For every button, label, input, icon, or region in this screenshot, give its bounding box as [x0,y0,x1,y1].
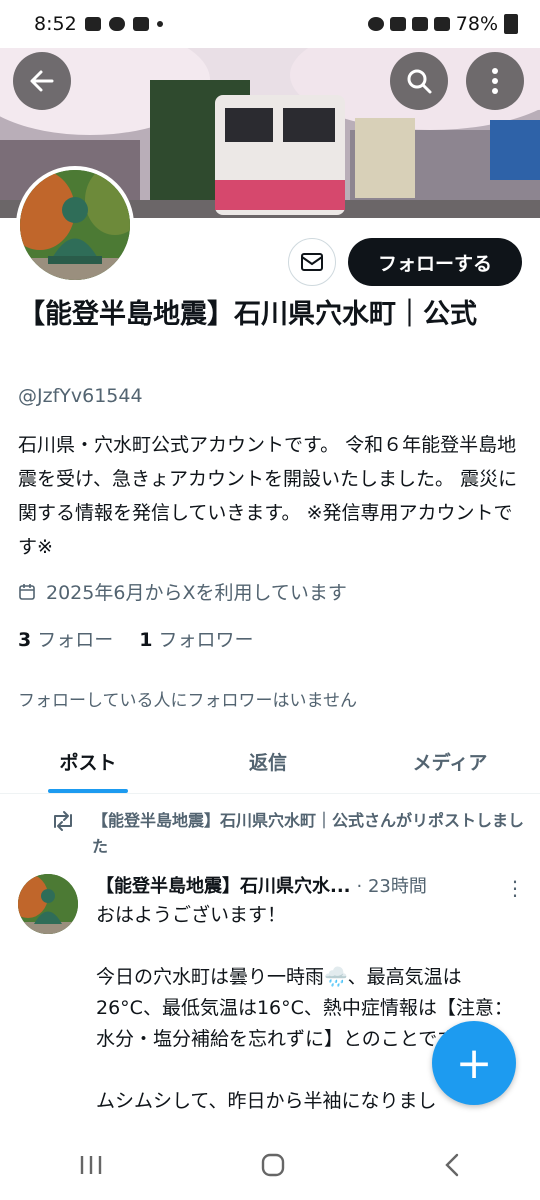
search-button[interactable] [390,52,448,110]
home-icon [84,17,101,31]
profile-handle: @JzfYv61544 [18,385,143,407]
notification-dot-icon [156,21,163,27]
joined-date: 2025年6月からXを利用しています [18,578,347,605]
post-more-icon[interactable]: ⋮ [505,876,525,900]
repost-indicator: 【能登半島地震】石川県穴水町｜公式さんがリポストしました [50,808,530,860]
profile-name: 【能登半島地震】石川県穴水町｜公式 [18,299,477,330]
system-nav-bar [0,1130,540,1200]
back-nav-icon[interactable] [442,1152,462,1178]
tab-posts[interactable]: ポスト [0,730,176,793]
wifi-icon [411,17,428,31]
mute-icon [389,17,406,31]
status-bar: 8:52 78% [0,0,540,48]
search-icon [407,69,432,94]
cloud-icon [108,17,125,31]
post-time[interactable]: · 23時間 [357,872,427,898]
active-tab-indicator [48,789,128,793]
repost-text: 【能登半島地震】石川県穴水町｜公式さんがリポストしました [92,811,525,856]
more-vertical-icon [492,68,498,94]
repost-icon [54,811,72,831]
more-options-button[interactable] [466,52,524,110]
signal-icon [433,17,450,31]
calendar-icon [19,583,35,600]
profile-bio: 石川県・穴水町公式アカウントです。 令和６年能登半島地震を受け、急きょアカウント… [18,434,518,558]
back-button[interactable] [13,52,71,110]
followers-link[interactable]: 1 フォロワー [139,625,253,652]
profile-avatar[interactable] [16,166,134,284]
status-time: 8:52 [34,13,77,35]
alarm-icon [367,17,384,31]
battery-percent: 78% [455,13,498,35]
followers-label: フォロワー [158,629,254,651]
plus-icon: + [455,1037,493,1089]
post-header: 【能登半島地震】石川県穴水... · 23時間 [96,872,526,898]
following-label: フォロー [37,629,114,651]
post-avatar[interactable] [18,874,78,934]
mail-icon [301,253,323,271]
message-button[interactable] [288,238,336,286]
post-author[interactable]: 【能登半島地震】石川県穴水... [96,872,351,898]
recent-apps-icon[interactable] [78,1154,104,1176]
tab-media[interactable]: メディア [360,730,540,793]
home-button-icon[interactable] [260,1152,286,1178]
follow-button[interactable]: フォローする [348,238,522,286]
arrow-left-icon [30,70,54,92]
tab-replies[interactable]: 返信 [176,730,360,793]
battery-icon [504,14,518,34]
no-followers-note: フォローしている人にフォロワーはいません [18,691,357,711]
joined-text: 2025年6月からXを利用しています [46,582,347,604]
following-link[interactable]: 3 フォロー [18,625,113,652]
profile-tabs: ポスト 返信 メディア [0,730,540,794]
following-count: 3 [18,629,32,651]
follow-stats: 3 フォロー 1 フォロワー [18,625,254,652]
image-icon [132,17,149,31]
compose-button[interactable]: + [432,1021,516,1105]
followers-count: 1 [139,629,153,651]
